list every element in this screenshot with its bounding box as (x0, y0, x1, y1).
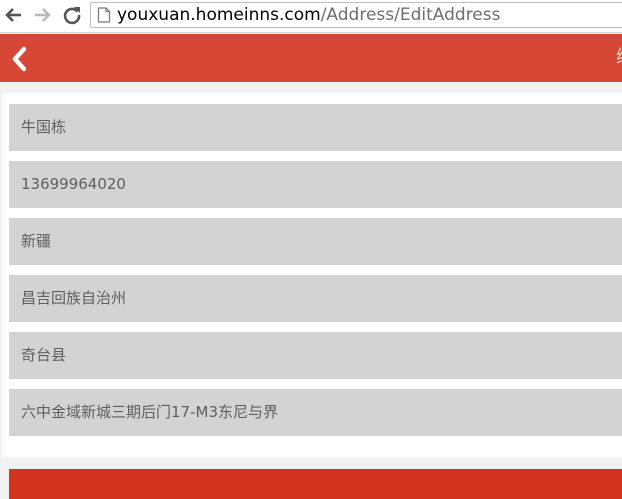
app-header: 编 (0, 34, 622, 82)
address-bar[interactable]: youxuan.homeinns.com/Address/EditAddress (90, 2, 622, 28)
url-host: youxuan.homeinns.com (117, 5, 321, 25)
submit-button[interactable] (9, 469, 622, 499)
prefecture-field[interactable]: 昌吉回族自治州 (9, 275, 622, 322)
page-icon (97, 7, 111, 23)
address-form: 牛国栋 13699964020 新疆 昌吉回族自治州 奇台县 六中金域新城三期后… (2, 93, 622, 457)
page-title: 编 (616, 47, 622, 69)
name-field[interactable]: 牛国栋 (9, 104, 622, 151)
url-text: youxuan.homeinns.com/Address/EditAddress (117, 4, 500, 26)
url-path: /Address/EditAddress (320, 5, 501, 25)
reload-icon[interactable] (61, 4, 83, 26)
province-field[interactable]: 新疆 (9, 218, 622, 265)
street-address-field[interactable]: 六中金域新城三期后门17-M3东尼与界 (9, 389, 622, 436)
arrow-left-icon[interactable] (3, 4, 25, 26)
phone-field[interactable]: 13699964020 (9, 161, 622, 208)
chevron-left-icon[interactable] (8, 45, 30, 73)
browser-toolbar: youxuan.homeinns.com/Address/EditAddress (0, 0, 622, 33)
county-field[interactable]: 奇台县 (9, 332, 622, 379)
arrow-right-icon[interactable] (31, 4, 53, 26)
